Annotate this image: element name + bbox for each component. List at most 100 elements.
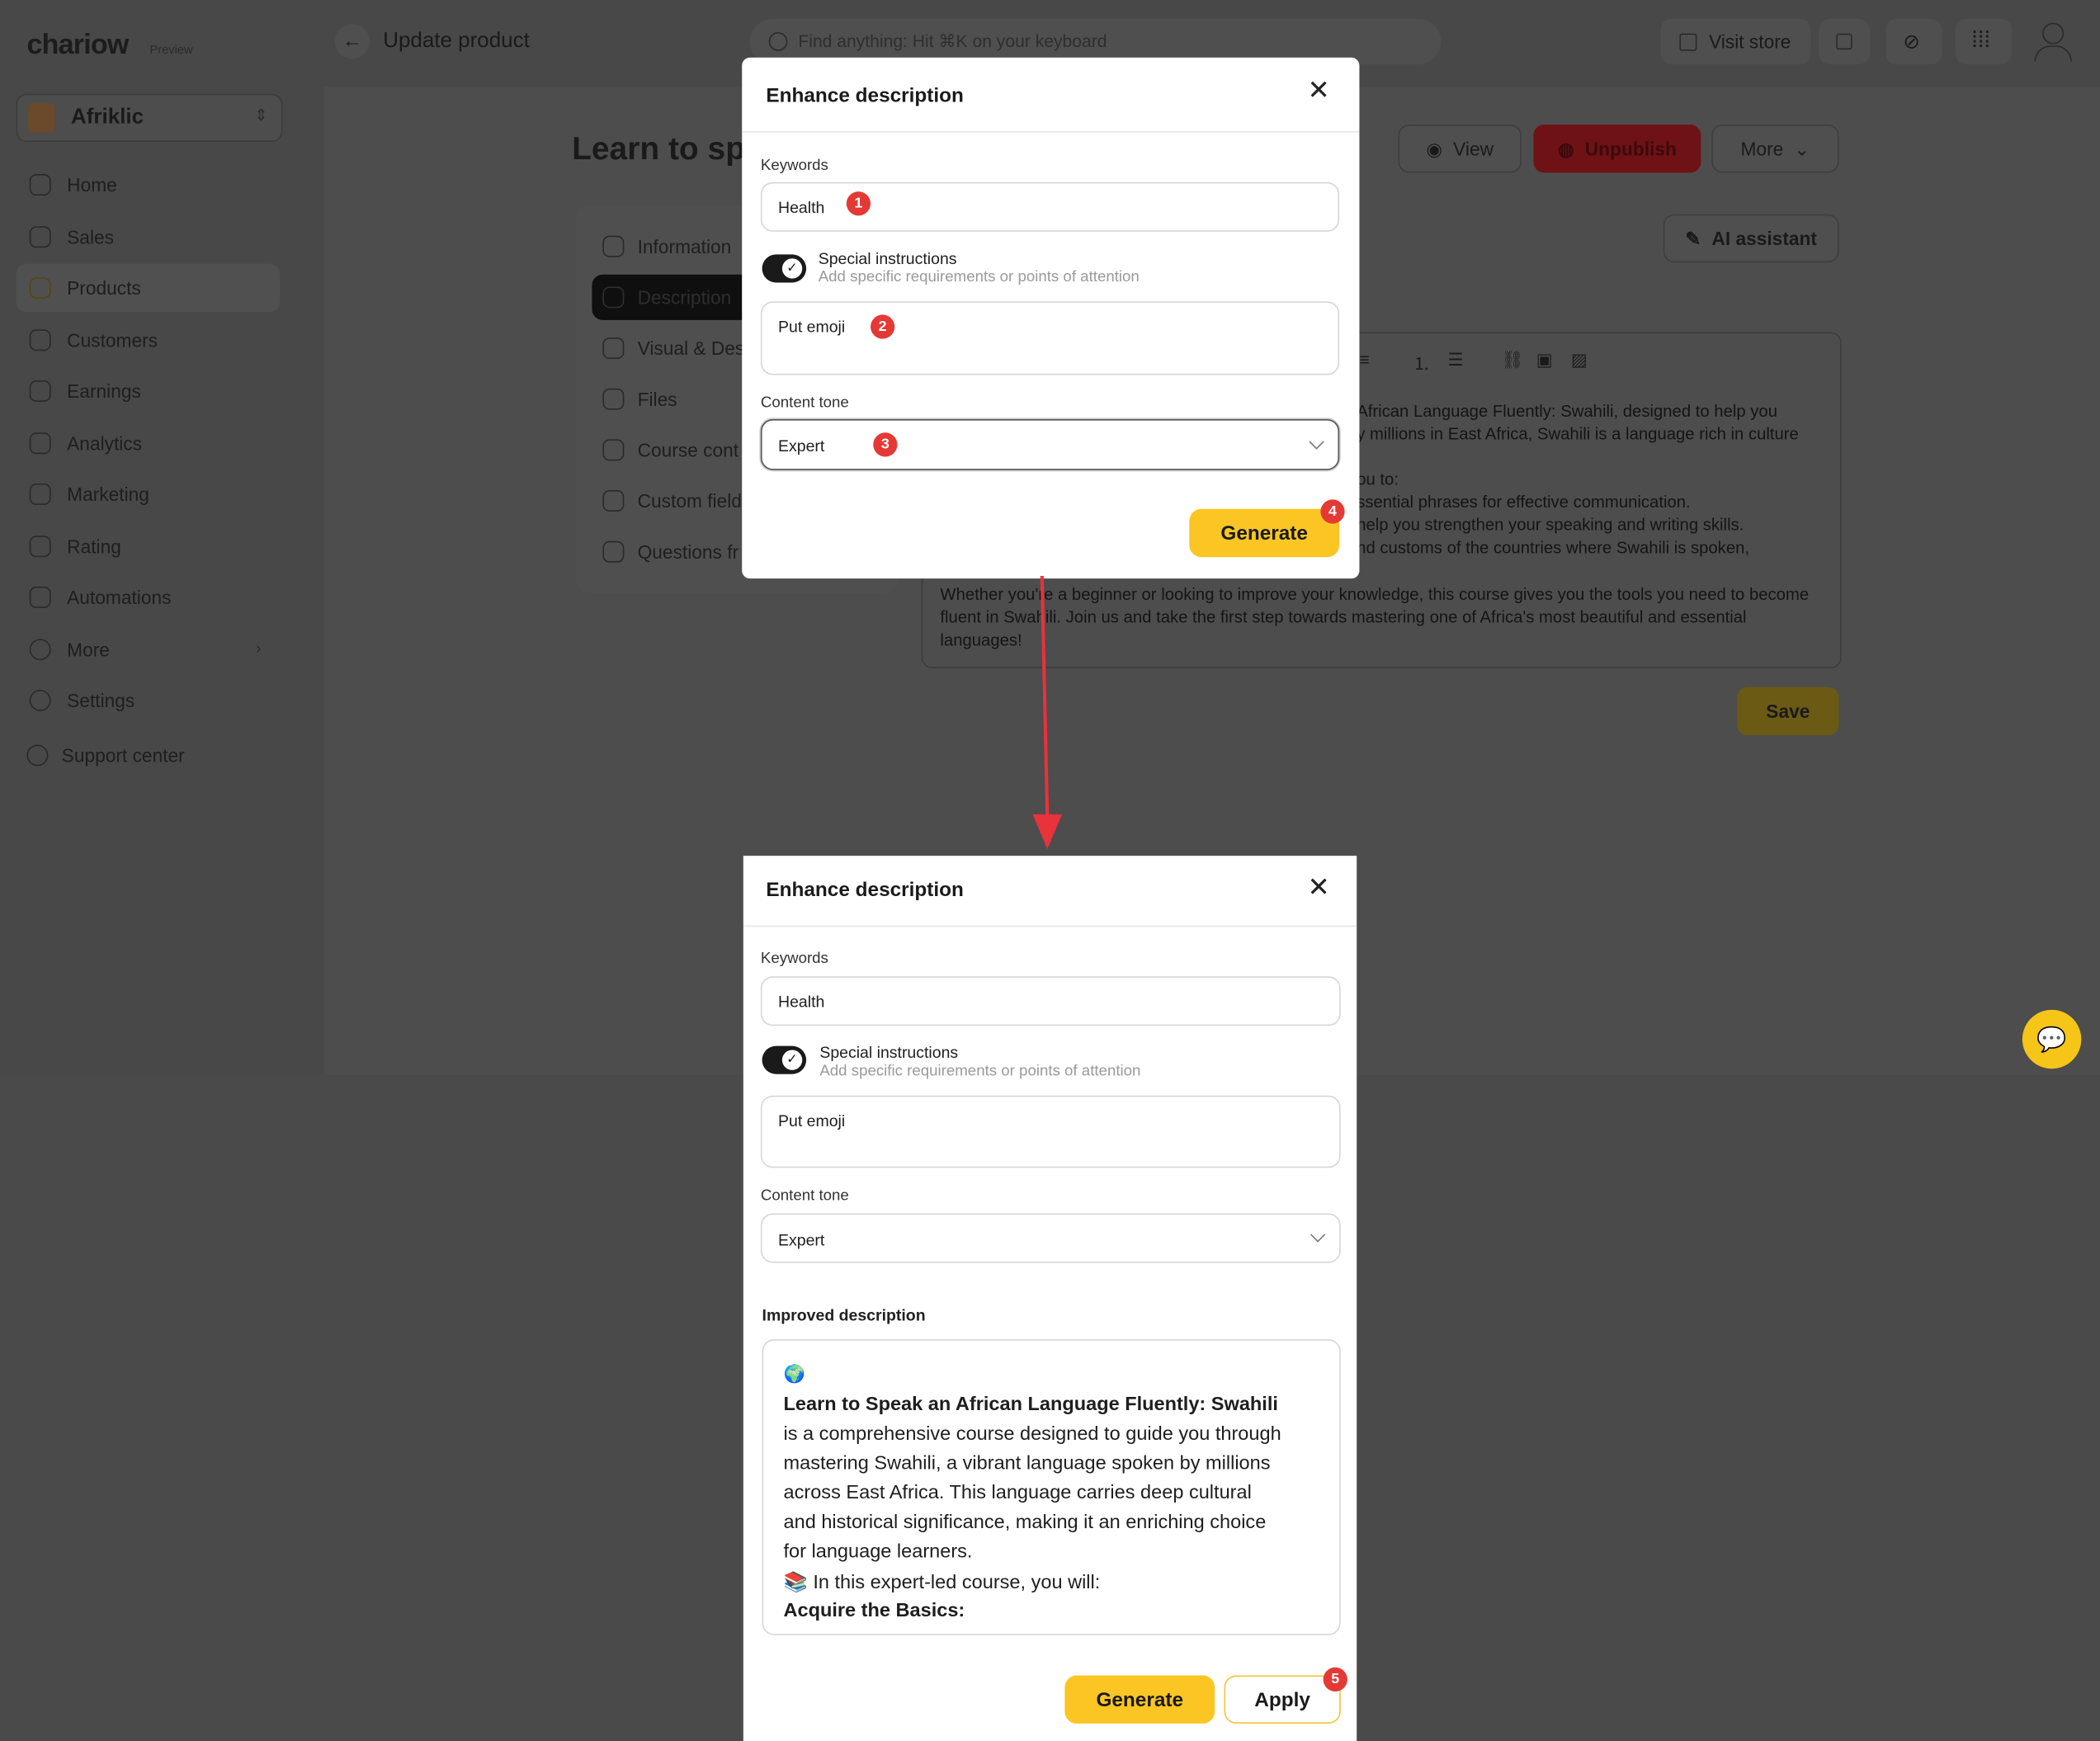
- editor-text-line: help you strengthen your speaking and wr…: [1357, 515, 1744, 535]
- sidebar-item-marketing[interactable]: Marketing: [16, 470, 280, 518]
- special-instructions-subtitle: Add specific requirements or points of a…: [818, 269, 1140, 285]
- content-tone-select[interactable]: Expert: [760, 419, 1340, 470]
- flow-arrow: [1032, 575, 1063, 850]
- visibility-button[interactable]: ⊘: [1885, 18, 1942, 64]
- close-icon[interactable]: ✕: [1308, 875, 1330, 901]
- instructions-textarea[interactable]: Put emoji: [760, 1095, 1341, 1168]
- special-instructions-toggle[interactable]: ✓: [762, 254, 807, 283]
- fields-icon: [602, 490, 625, 512]
- editor-text-line: ssential phrases for effective communica…: [1357, 493, 1691, 512]
- keywords-input[interactable]: Health: [760, 976, 1341, 1026]
- close-icon[interactable]: ✕: [1308, 78, 1330, 104]
- sidebar-item-label: Automations: [67, 586, 172, 608]
- megaphone-icon: [29, 483, 51, 505]
- generate-button[interactable]: Generate: [1064, 1675, 1215, 1724]
- sidebar-item-automations[interactable]: Automations: [16, 573, 280, 621]
- sidebar-item-analytics[interactable]: Analytics: [16, 419, 280, 467]
- sidebar-item-products[interactable]: Products: [16, 263, 281, 313]
- improved-text-line: and historical significance, making it a…: [783, 1512, 1267, 1534]
- video-icon[interactable]: ▣: [1536, 350, 1553, 371]
- tab-label: Visual & Des: [637, 337, 745, 359]
- special-instructions-toggle[interactable]: ✓: [762, 1045, 807, 1074]
- sidebar: chariow Preview Afriklic ⇕ Home Sales Pr…: [0, 0, 303, 1075]
- file-icon: [602, 388, 625, 410]
- modal-header: Enhance description ✕: [743, 856, 1357, 927]
- editor-text-line: languages!: [940, 630, 1022, 650]
- sidebar-item-customers[interactable]: Customers: [16, 316, 280, 364]
- sidebar-item-label: Marketing: [67, 483, 149, 505]
- tab-label: Files: [637, 388, 677, 410]
- store-switcher[interactable]: Afriklic ⇕: [16, 93, 283, 143]
- save-button[interactable]: Save: [1737, 686, 1839, 736]
- box-icon: [602, 286, 625, 309]
- improved-text-line: Learn to Speak an African Language Fluen…: [783, 1394, 1278, 1416]
- bullet-list-icon[interactable]: ☰: [1448, 350, 1464, 371]
- search-placeholder: Find anything: Hit ⌘K on your keyboard: [798, 31, 1107, 51]
- improved-description-box[interactable]: 🌍 Learn to Speak an African Language Flu…: [762, 1339, 1341, 1635]
- user-icon: [2042, 22, 2065, 45]
- sidebar-item-sales[interactable]: Sales: [16, 213, 280, 261]
- instructions-textarea[interactable]: Put emoji: [760, 301, 1340, 375]
- sidebar-item-home[interactable]: Home: [16, 161, 280, 209]
- ai-assistant-label: AI assistant: [1711, 227, 1817, 249]
- special-instructions-subtitle: Add specific requirements or points of a…: [819, 1063, 1141, 1080]
- instructions-value: Put emoji: [778, 1111, 846, 1130]
- chevron-updown-icon: ⇕: [254, 106, 268, 125]
- sidebar-item-rating[interactable]: Rating: [16, 522, 280, 570]
- sidebar-item-earnings[interactable]: Earnings: [16, 367, 280, 415]
- sidebar-item-label: Home: [67, 174, 117, 196]
- editor-text-line: nd customs of the countries where Swahil…: [1357, 538, 1750, 558]
- home-icon: [29, 174, 51, 196]
- check-icon: ✓: [781, 1050, 803, 1070]
- tab-label: Course cont: [637, 439, 739, 461]
- chat-icon: 💬: [2036, 1025, 2067, 1052]
- magic-wand-icon: ✎: [1685, 227, 1701, 249]
- special-instructions-title: Special instructions: [818, 248, 957, 268]
- page-header-title: Update product: [383, 29, 530, 53]
- chevron-right-icon: ›: [256, 639, 262, 658]
- sidebar-item-label: Rating: [67, 536, 121, 558]
- screenshot-stage: chariow Preview Afriklic ⇕ Home Sales Pr…: [0, 0, 2100, 1741]
- visit-store-button[interactable]: Visit store: [1660, 18, 1811, 64]
- chevron-down-icon: [1309, 434, 1324, 450]
- image-icon[interactable]: ▨: [1571, 350, 1588, 371]
- copy-icon: [1836, 33, 1852, 50]
- user-avatar[interactable]: [2031, 19, 2076, 64]
- instructions-value: Put emoji: [778, 317, 846, 337]
- special-instructions-title: Special instructions: [819, 1043, 959, 1063]
- unpublish-button[interactable]: ◍ Unpublish: [1533, 124, 1701, 173]
- eye-icon: ◉: [1426, 137, 1443, 159]
- list-icon: [602, 235, 625, 257]
- link-icon[interactable]: ⛓: [1501, 350, 1523, 371]
- chat-support-button[interactable]: 💬: [2022, 1009, 2082, 1069]
- sidebar-item-support[interactable]: Support center: [16, 731, 280, 779]
- copy-button[interactable]: [1819, 18, 1870, 64]
- improved-text-line: 📚 In this expert-led course, you will:: [783, 1572, 1101, 1594]
- logo: chariow Preview: [26, 30, 192, 62]
- step-marker: 2: [871, 314, 895, 339]
- ordered-list-icon[interactable]: ⒈: [1413, 350, 1430, 375]
- apps-button[interactable]: ⁞⁞⁞: [1955, 18, 2012, 64]
- sidebar-item-label: Earnings: [67, 380, 141, 402]
- modal-title: Enhance description: [766, 878, 964, 902]
- editor-text-line: ou to:: [1357, 469, 1399, 489]
- chevron-down-icon: [1310, 1227, 1326, 1243]
- content-tone-select[interactable]: Expert: [760, 1213, 1341, 1263]
- improved-description-label: Improved description: [762, 1305, 926, 1325]
- more-button[interactable]: More ⌄: [1711, 124, 1839, 173]
- earnings-icon: [29, 380, 51, 402]
- more-icon: [29, 639, 51, 661]
- ai-assistant-button[interactable]: ✎ AI assistant: [1663, 214, 1839, 263]
- flow-arrow-line: [1040, 575, 1050, 818]
- store-name: Afriklic: [71, 106, 144, 129]
- improved-text-line: Acquire the Basics:: [783, 1600, 965, 1622]
- rating-icon: [29, 536, 51, 558]
- back-button[interactable]: ←: [334, 24, 370, 59]
- visit-store-label: Visit store: [1709, 31, 1791, 53]
- generate-button[interactable]: Generate: [1189, 508, 1340, 558]
- sidebar-item-settings[interactable]: Settings: [16, 677, 280, 724]
- globe-icon: ◍: [1557, 137, 1574, 159]
- sidebar-item-more[interactable]: More ›: [16, 625, 280, 673]
- view-button[interactable]: ◉ View: [1398, 124, 1522, 173]
- enhance-modal-result: Enhance description ✕ Keywords Health ✓ …: [743, 856, 1357, 1741]
